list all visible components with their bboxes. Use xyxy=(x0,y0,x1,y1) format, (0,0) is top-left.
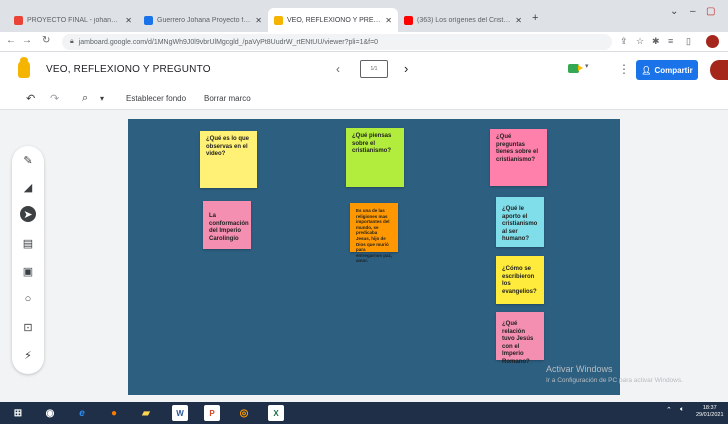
more-options-icon[interactable]: ⋮ xyxy=(618,62,630,76)
clock-time: 18:37 xyxy=(702,405,717,411)
url-text: jamboard.google.com/d/1MNgWh9J0l9vbrUlMg… xyxy=(78,38,379,46)
back-arrow-icon[interactable]: ← xyxy=(6,35,16,46)
meet-icon xyxy=(568,64,583,73)
next-frame-icon[interactable]: › xyxy=(404,61,408,76)
minimize-icon[interactable]: – xyxy=(690,6,696,17)
close-icon[interactable]: ✕ xyxy=(385,16,392,25)
word-taskbar-icon[interactable]: W xyxy=(172,405,188,421)
browser-tab-jamboard[interactable]: VEO, REFLEXIONO Y PREGUNTO ✕ xyxy=(268,8,398,32)
eraser-icon[interactable]: ◢ xyxy=(20,179,36,195)
chevron-down-icon[interactable]: ⌄ xyxy=(670,6,678,17)
clear-frame-button[interactable]: Borrar marco xyxy=(204,94,251,103)
windows-activation-hint: Ir a Configuración de PC para activar Wi… xyxy=(546,377,683,384)
sticky-note-text: ¿Qué piensas sobre el cristianismo? xyxy=(352,133,392,154)
sticky-note[interactable]: ¿Qué piensas sobre el cristianismo? xyxy=(346,128,404,187)
file-explorer-taskbar-icon[interactable]: ▰ xyxy=(138,405,154,421)
lock-icon: 🔒︎ xyxy=(70,38,74,45)
laser-icon[interactable]: ⚡︎ xyxy=(20,347,36,363)
tab-favicon-icon xyxy=(144,15,153,25)
sticky-note[interactable]: Es una de las religiones mas importantes… xyxy=(350,203,398,263)
sticky-note[interactable]: ¿Qué relación tuvo Jesús con el Imperio … xyxy=(496,312,544,365)
sticky-note[interactable]: ¿Qué le aporto el cristianismo al ser hu… xyxy=(496,197,544,247)
side-panel-icon[interactable]: ▯ xyxy=(686,36,691,47)
jamboard-header: VEO, REFLEXIONO Y PREGUNTO ‹ 1/1 › ▾ ⋮ 👤… xyxy=(0,52,728,88)
circle-shape-icon[interactable]: ○ xyxy=(20,291,36,307)
image-icon[interactable]: ▣ xyxy=(20,263,36,279)
sticky-note-text: ¿Qué relación tuvo Jesús con el Imperio … xyxy=(502,321,534,365)
windows-start-icon[interactable]: ⊞ xyxy=(10,405,26,421)
sticky-note[interactable]: La conformación del Imperio Carolingio xyxy=(203,201,251,249)
sticky-note-text: Es una de las religiones mas importantes… xyxy=(356,208,393,264)
url-bar[interactable]: 🔒︎ jamboard.google.com/d/1MNgWh9J0l9vbrU… xyxy=(62,34,612,50)
browser-tab-guerrero[interactable]: Guerrero Johana Proyecto final ✕ xyxy=(138,8,268,32)
sticky-note[interactable]: ¿Cómo se escribieron los evangelios? xyxy=(496,256,544,304)
bookmark-star-icon[interactable]: ☆ xyxy=(636,36,644,47)
forward-arrow-icon[interactable]: → xyxy=(22,35,32,46)
browser-tab-strip: PROYECTO FINAL - johanaguerre ✕ Guerrero… xyxy=(0,0,728,32)
select-cursor-icon[interactable]: ➤ xyxy=(20,206,36,222)
close-icon[interactable]: ✕ xyxy=(255,16,262,25)
browser-tab-youtube[interactable]: (363) Los orígenes del Cristianis ✕ xyxy=(398,8,528,32)
share-button[interactable]: 👤︎ Compartir xyxy=(636,60,698,80)
jamboard-favicon-icon xyxy=(274,15,283,25)
sticky-note-text: ¿Cómo se escribieron los evangelios? xyxy=(502,266,537,295)
dropdown-caret-icon: ▾ xyxy=(585,63,589,70)
jamboard-logo-icon xyxy=(18,57,30,78)
undo-icon[interactable]: ↶ xyxy=(26,92,35,105)
maximize-icon[interactable]: ▢ xyxy=(706,6,715,17)
youtube-favicon-icon xyxy=(404,15,413,25)
zoom-icon[interactable]: ⌕ xyxy=(82,92,88,105)
user-avatar[interactable] xyxy=(710,60,728,80)
redo-icon[interactable]: ↷ xyxy=(50,92,59,105)
sticky-note-text: ¿Qué le aporto el cristianismo al ser hu… xyxy=(502,206,538,242)
jamboard-toolbar: ↶ ↷ ⌕ ▾ Establecer fondo Borrar marco xyxy=(0,88,728,110)
powerpoint-taskbar-icon[interactable]: P xyxy=(204,405,220,421)
reload-icon[interactable]: ↻ xyxy=(42,35,50,46)
edge-taskbar-icon[interactable]: e xyxy=(74,405,90,421)
sticky-note-text: ¿Qué preguntas tienes sobre el cristiani… xyxy=(496,134,539,163)
close-icon[interactable]: ✕ xyxy=(515,16,522,25)
chrome-alt-taskbar-icon[interactable]: ◎ xyxy=(236,405,252,421)
pen-icon[interactable]: ✎ xyxy=(20,152,36,168)
browser-profile-avatar[interactable] xyxy=(706,35,719,48)
windows-taskbar: ⊞ ◉ e ● ▰ W P ◎ X ⌃ 🔈︎ 18:37 29/01/2021 xyxy=(0,402,728,424)
clock-date: 29/01/2021 xyxy=(696,412,724,418)
firefox-taskbar-icon[interactable]: ● xyxy=(106,405,122,421)
reading-list-icon[interactable]: ≡ xyxy=(668,36,673,46)
browser-tab-proyecto-final[interactable]: PROYECTO FINAL - johanaguerre ✕ xyxy=(8,8,138,32)
excel-taskbar-icon[interactable]: X xyxy=(268,405,284,421)
sticky-note-icon[interactable]: ▤ xyxy=(20,235,36,251)
whiteboard-canvas[interactable]: ¿Qué es lo que observas en el video? ¿Qu… xyxy=(128,119,620,395)
tools-panel: ✎ ◢ ➤ ▤ ▣ ○ ⊡ ⚡︎ xyxy=(12,146,44,374)
sticky-note[interactable]: ¿Qué preguntas tienes sobre el cristiani… xyxy=(490,129,547,186)
frame-bar-thumbnail[interactable]: 1/1 xyxy=(360,60,388,78)
frame-indicator: 1/1 xyxy=(370,66,378,72)
zoom-dropdown-icon[interactable]: ▾ xyxy=(100,94,104,103)
taskbar-clock[interactable]: 18:37 29/01/2021 xyxy=(696,405,724,419)
close-icon[interactable]: ✕ xyxy=(125,16,132,25)
new-tab-button[interactable]: + xyxy=(532,12,538,24)
sticky-note-text: ¿Qué es lo que observas en el video? xyxy=(206,136,250,157)
extensions-icon[interactable]: ✱ xyxy=(652,36,660,47)
tab-favicon-icon xyxy=(14,15,23,25)
previous-frame-icon[interactable]: ‹ xyxy=(336,62,340,76)
share-page-icon[interactable]: ⇪ xyxy=(620,36,628,47)
volume-icon[interactable]: 🔈︎ xyxy=(680,406,684,414)
chrome-taskbar-icon[interactable]: ◉ xyxy=(42,405,58,421)
person-icon: 👤︎ xyxy=(641,65,652,75)
text-box-icon[interactable]: ⊡ xyxy=(20,319,36,335)
address-bar-row: ← → ↻ 🔒︎ jamboard.google.com/d/1MNgWh9J0… xyxy=(0,32,728,52)
set-background-button[interactable]: Establecer fondo xyxy=(126,94,186,103)
meet-button[interactable]: ▾ xyxy=(568,61,590,77)
sticky-note[interactable]: ¿Qué es lo que observas en el video? xyxy=(200,131,257,188)
sticky-note-text: La conformación del Imperio Carolingio xyxy=(209,213,249,242)
tray-chevron-icon[interactable]: ⌃ xyxy=(666,406,672,414)
document-title[interactable]: VEO, REFLEXIONO Y PREGUNTO xyxy=(46,64,211,75)
windows-activation-title: Activar Windows xyxy=(546,364,613,374)
